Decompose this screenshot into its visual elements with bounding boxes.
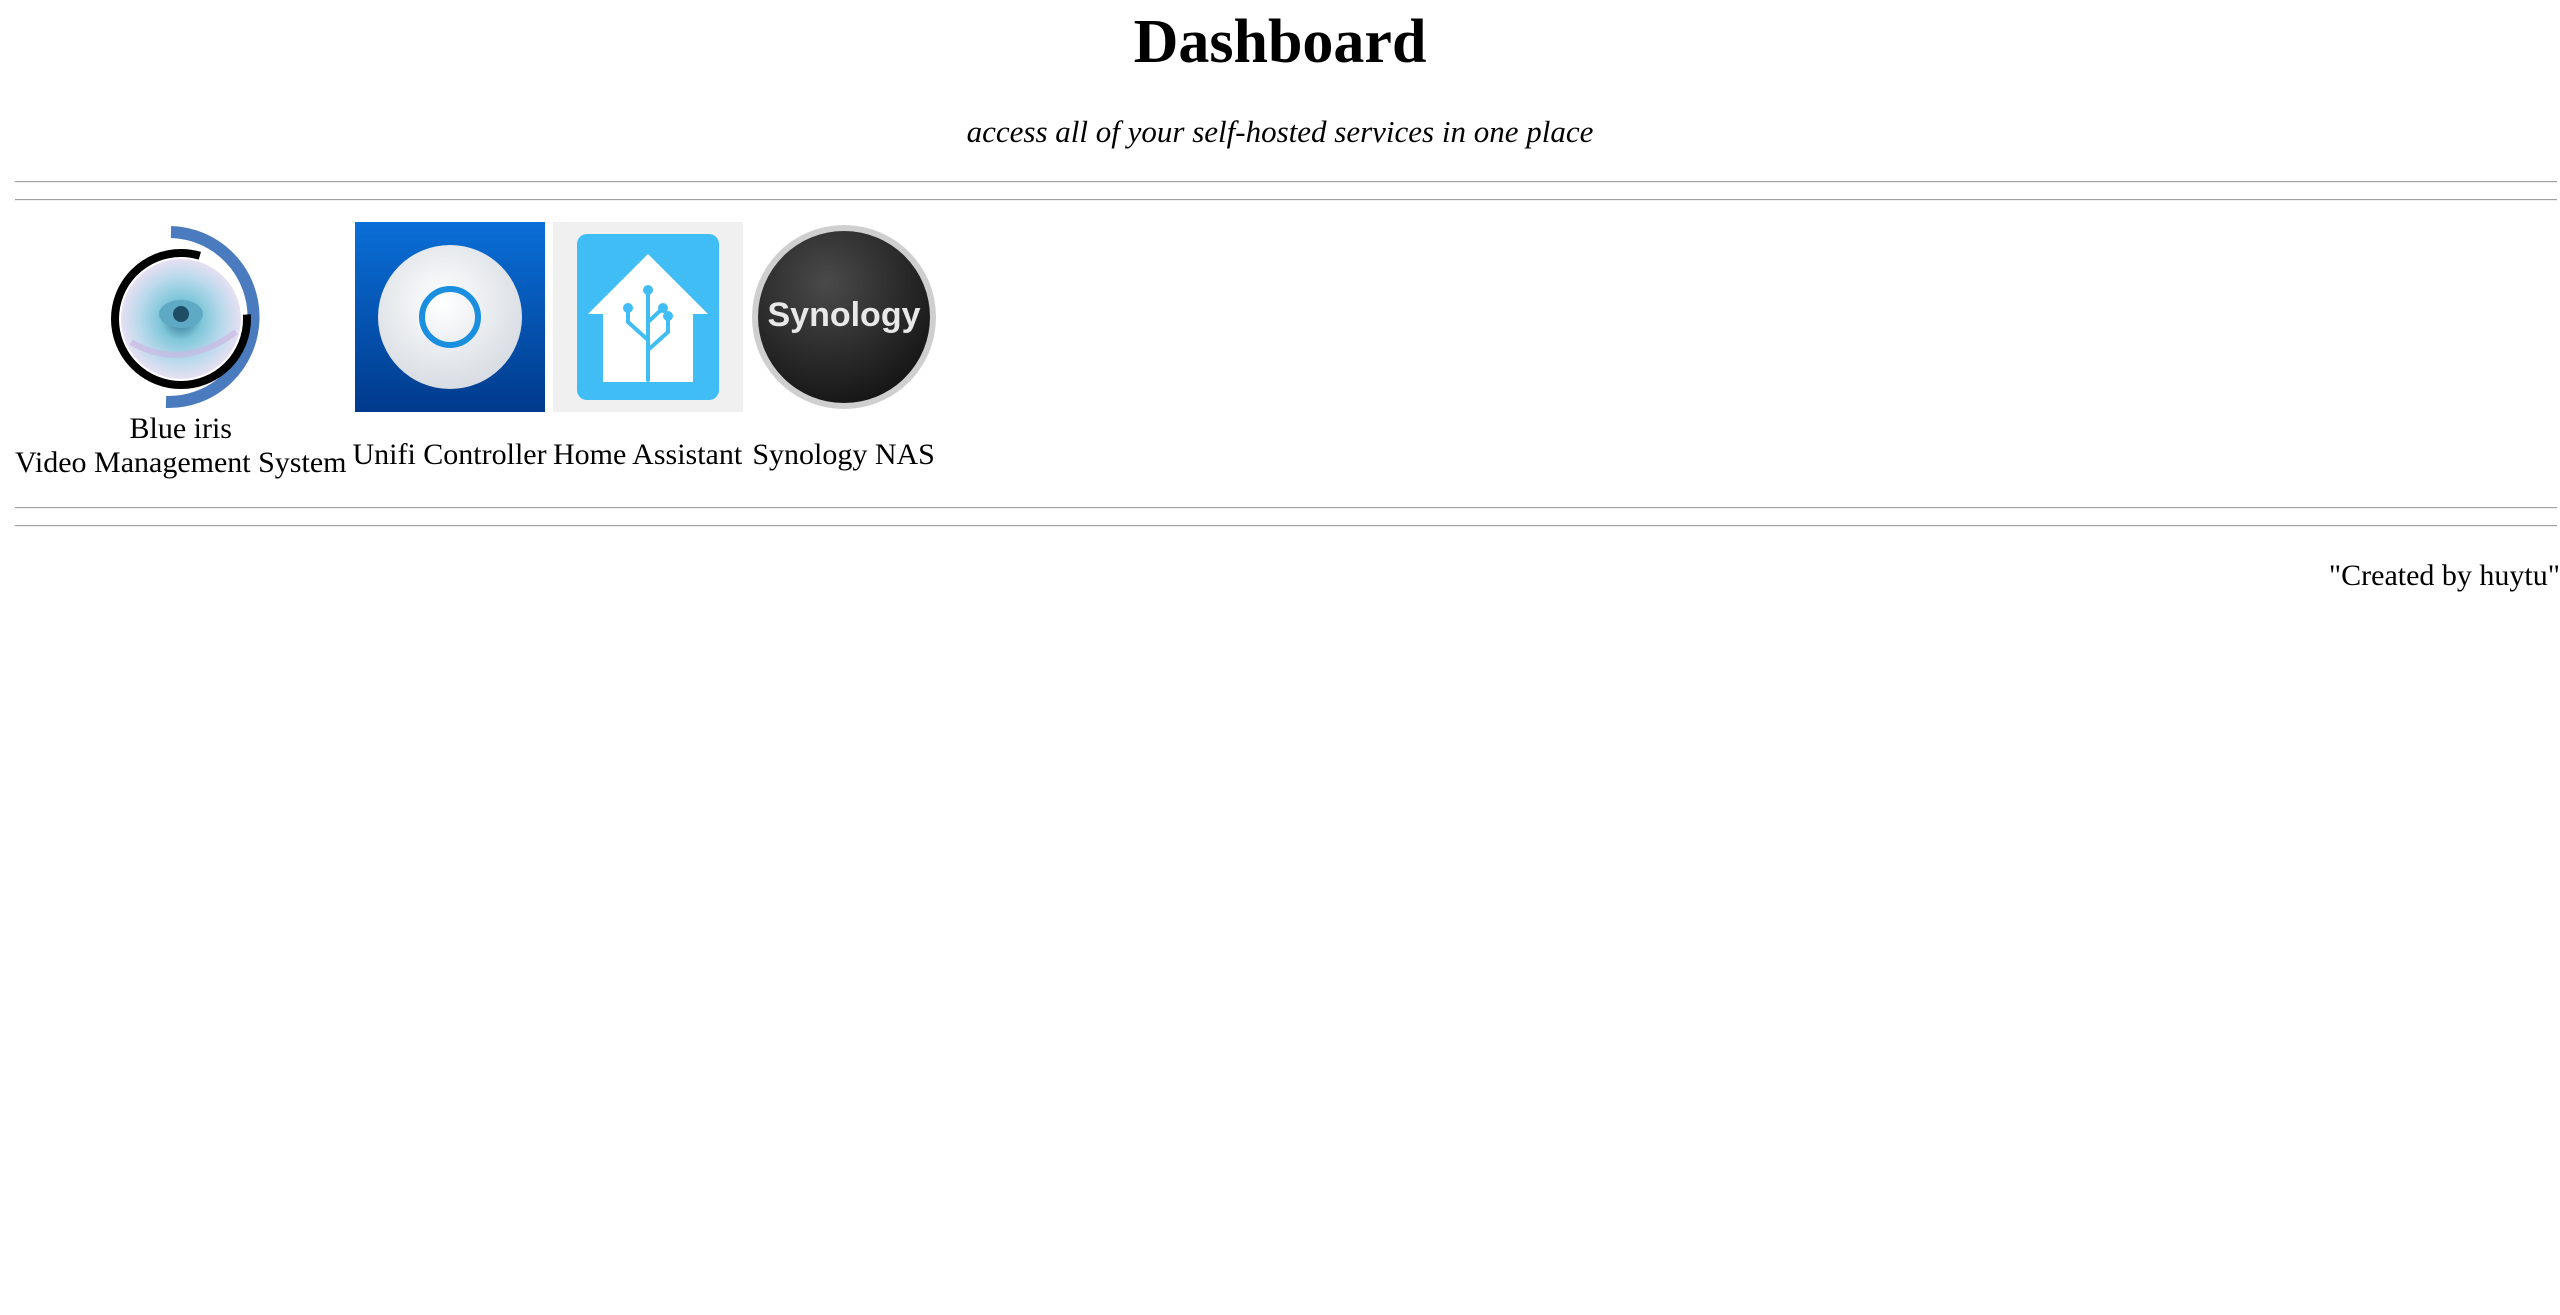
service-home-assistant[interactable]: Home Assistant [552,222,743,472]
service-synology-nas[interactable]: Synology Synology NAS [749,222,939,472]
synology-logo-text: Synology [767,296,920,334]
service-label-line1: Blue iris [129,412,232,445]
blue-iris-eye-icon [110,226,260,409]
services-list: Blue iris Video Management System Unifi … [15,222,949,480]
page-title: Dashboard [1133,8,1427,76]
dashboard-page: Dashboard access all of your self-hosted… [0,0,2560,1315]
service-label: Unifi Controller [352,438,547,471]
bottom-divider-2 [15,525,2557,527]
synology-logo-icon: Synology [751,225,936,409]
service-label: Synology NAS [752,438,935,471]
footer-credit: "Created by huytu" [2328,559,2560,592]
service-blue-iris[interactable]: Blue iris Video Management System [15,222,346,480]
home-assistant-house-icon [552,222,743,412]
service-unifi-controller[interactable]: Unifi Controller [352,222,547,472]
service-label-line2: Video Management System [15,446,347,479]
unifi-access-point-icon [354,222,545,412]
page-subtitle: access all of your self-hosted services … [966,114,1594,149]
top-divider-2 [15,199,2557,201]
bottom-divider-1 [15,507,2557,509]
service-label: Home Assistant [553,438,743,471]
top-divider-1 [15,181,2557,183]
